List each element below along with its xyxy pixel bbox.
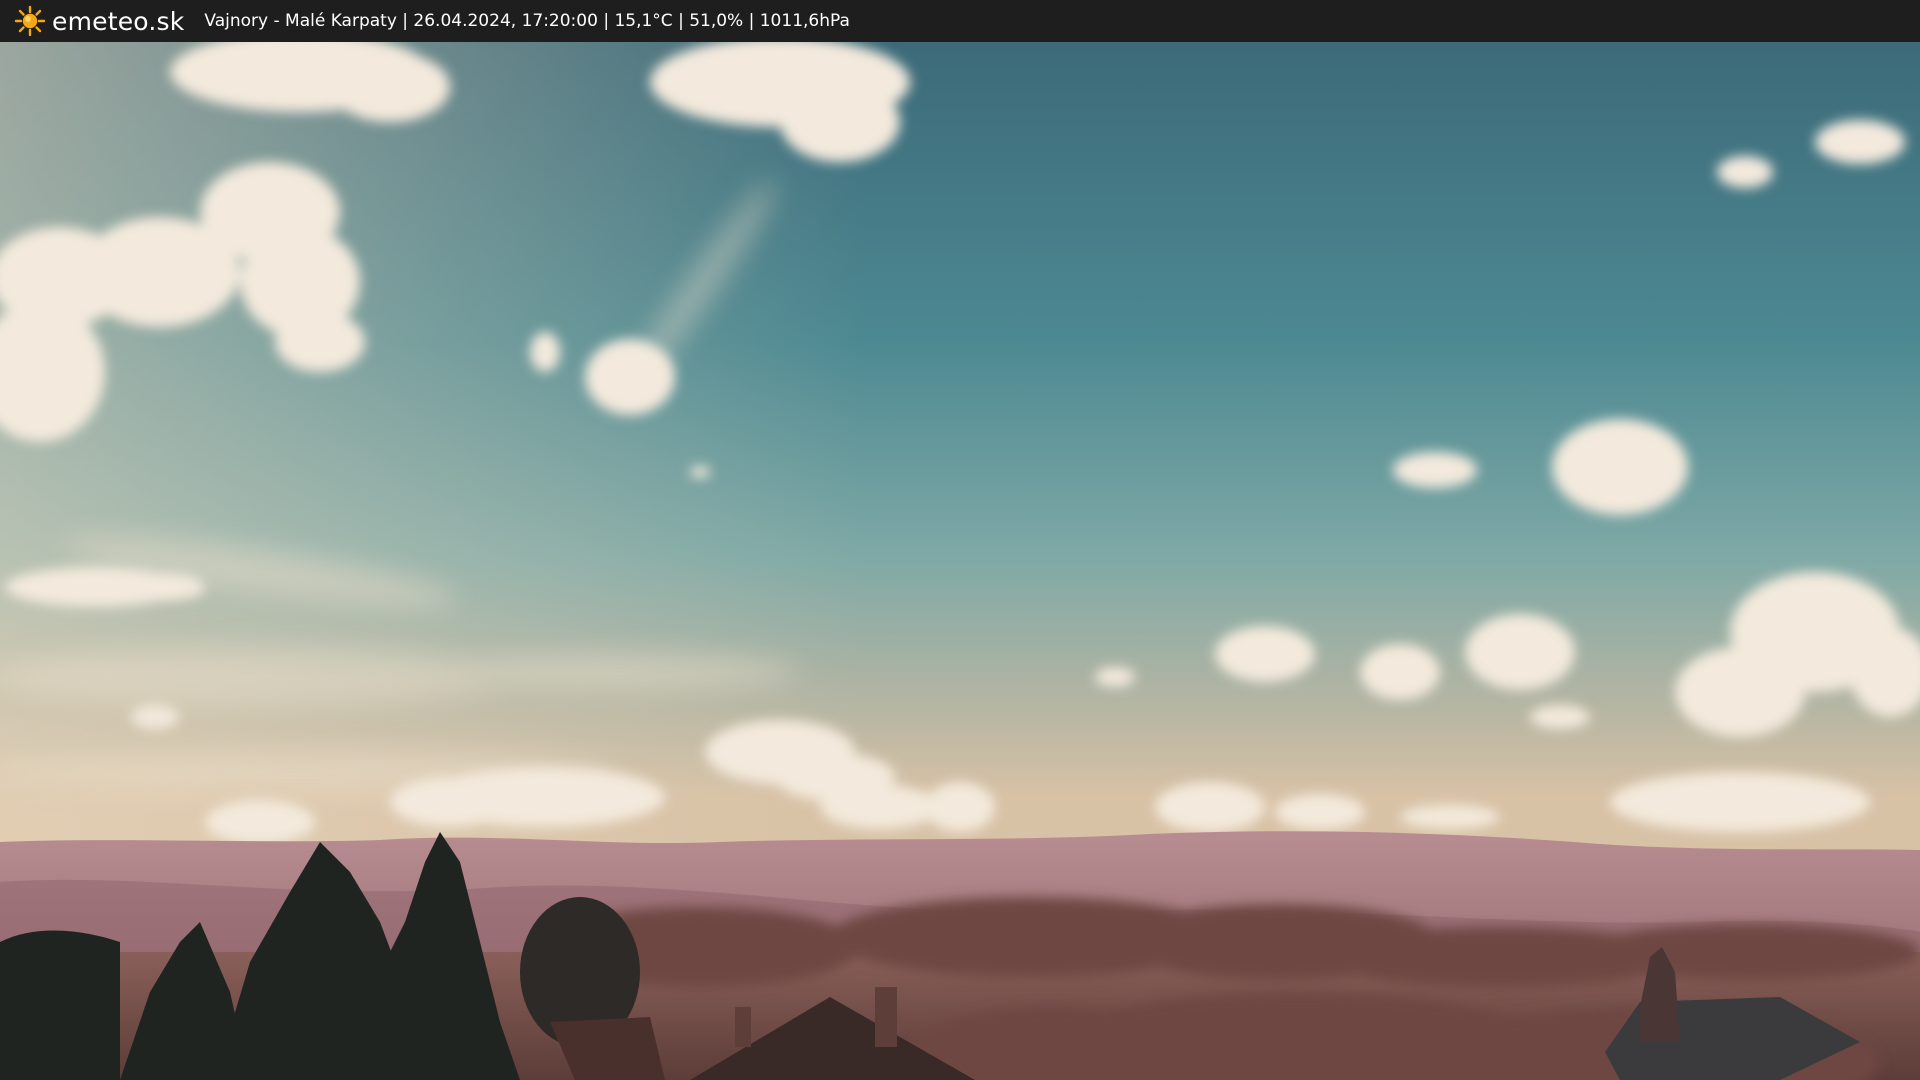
webcam-scene xyxy=(0,42,1920,1080)
emeteo-logo: emeteo.sk xyxy=(14,5,184,37)
brand-name: emeteo.sk xyxy=(52,6,185,36)
chimney xyxy=(875,987,897,1047)
overlay-bar: emeteo.sk Vajnory - Malé Karpaty | 26.04… xyxy=(0,0,1920,42)
sun-icon xyxy=(14,5,46,37)
chimney-left xyxy=(735,1007,751,1047)
weather-caption: Vajnory - Malé Karpaty | 26.04.2024, 17:… xyxy=(204,11,850,31)
webcam-frame: emeteo.sk Vajnory - Malé Karpaty | 26.04… xyxy=(0,0,1920,1080)
